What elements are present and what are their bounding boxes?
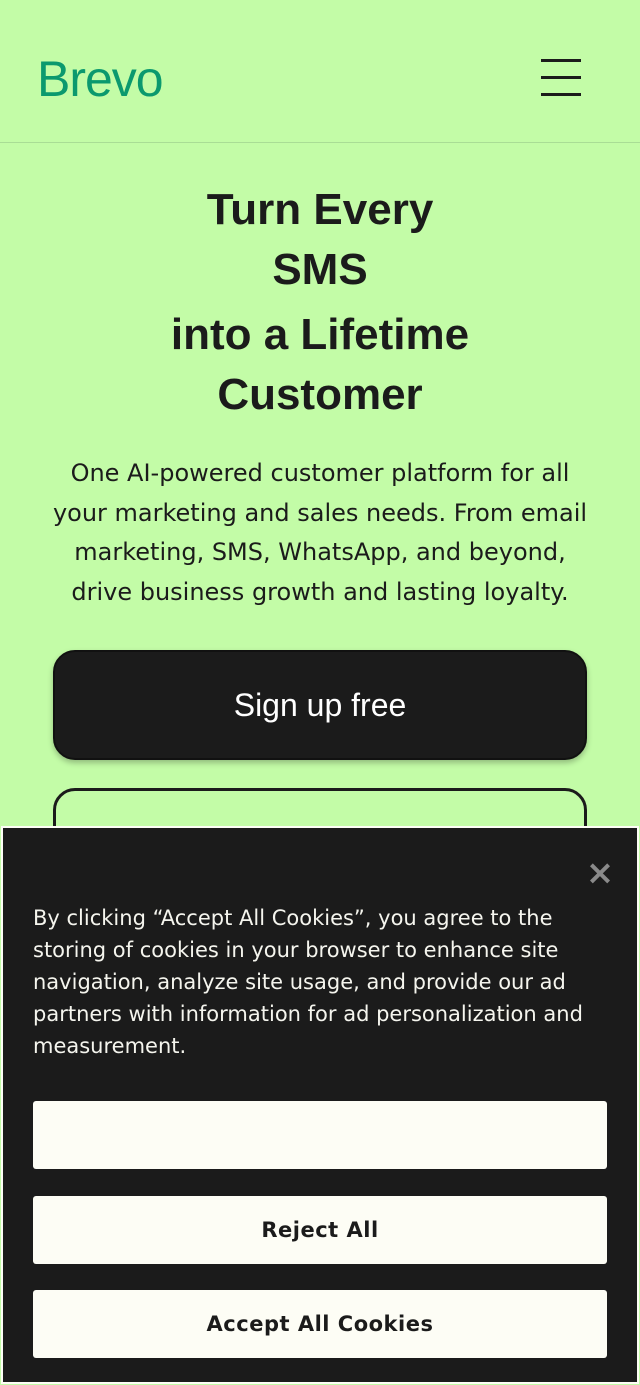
hamburger-icon-line-2 — [541, 76, 581, 79]
hero-title-line-4: Customer — [217, 370, 423, 419]
hero-title-line-3: into a Lifetime — [170, 310, 470, 359]
site-header: Brevo — [0, 0, 640, 143]
hamburger-icon-line-3 — [541, 93, 581, 96]
sign-up-free-button[interactable]: Sign up free — [53, 650, 587, 760]
hamburger-menu-button[interactable] — [536, 56, 586, 100]
close-icon[interactable]: × — [585, 856, 615, 890]
cookie-message: By clicking “Accept All Cookies”, you ag… — [33, 906, 583, 1058]
accept-all-cookies-button[interactable]: Accept All Cookies — [33, 1290, 607, 1358]
brevo-logo[interactable]: Brevo — [37, 50, 164, 108]
hero-title: Turn Every SMS into a Lifetime Customer — [60, 180, 580, 425]
reject-all-button[interactable]: Reject All — [33, 1196, 607, 1264]
hero-title-line-2: SMS — [272, 245, 368, 294]
hero-subtitle: One AI-powered customer platform for all… — [52, 459, 588, 606]
hero-title-line-1: Turn Every — [206, 185, 434, 234]
hamburger-icon — [541, 59, 581, 62]
cookie-settings-button[interactable] — [33, 1101, 607, 1169]
